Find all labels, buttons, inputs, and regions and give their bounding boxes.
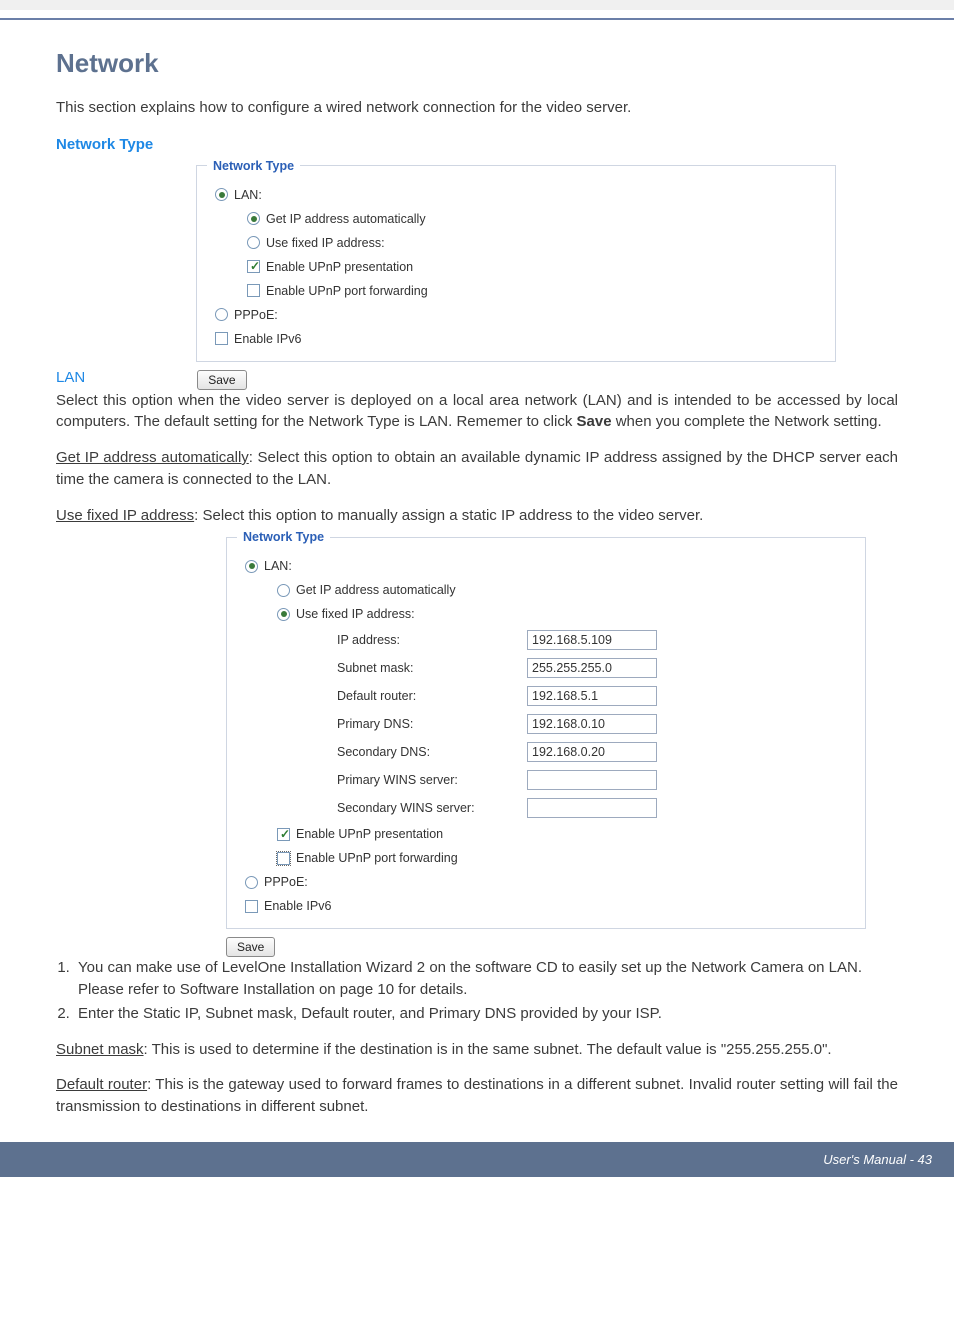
get-ip-label: Get IP address automatically — [266, 212, 426, 226]
save-button-2[interactable]: Save — [226, 937, 275, 957]
page-title: Network — [56, 48, 898, 79]
router-underline: Default router — [56, 1076, 147, 1093]
panel1-legend: Network Type — [207, 159, 300, 173]
swins-row: Secondary WINS server: — [237, 794, 855, 822]
router-input[interactable] — [527, 686, 657, 706]
lan-row: LAN Save — [56, 362, 898, 390]
pwins-input[interactable] — [527, 770, 657, 790]
use-fixed-paragraph: Use fixed IP address: Select this option… — [56, 505, 898, 527]
footer-bar: User's Manual - 43 — [0, 1142, 954, 1177]
lan-paragraph: Select this option when the video server… — [56, 390, 898, 434]
use-fixed-label: Use fixed IP address: — [266, 236, 385, 250]
use-fixed-row: Use fixed IP address: — [207, 231, 825, 255]
router-paragraph: Default router: This is the gateway used… — [56, 1074, 898, 1118]
pwins-row: Primary WINS server: — [237, 766, 855, 794]
list-item-1: You can make use of LevelOne Installatio… — [74, 957, 898, 1001]
upnp-port-label: Enable UPnP port forwarding — [266, 284, 428, 298]
p2-upnp-presentation-label: Enable UPnP presentation — [296, 827, 443, 841]
router-rest: : This is the gateway used to forward fr… — [56, 1076, 898, 1115]
p2-upnp-port-label: Enable UPnP port forwarding — [296, 851, 458, 865]
subnet-paragraph: Subnet mask: This is used to determine i… — [56, 1039, 898, 1061]
numbered-list: You can make use of LevelOne Installatio… — [74, 957, 898, 1024]
p2-get-ip-row: Get IP address automatically — [237, 578, 855, 602]
ipv6-checkbox[interactable] — [215, 332, 228, 345]
pdns-input[interactable] — [527, 714, 657, 734]
p2-lan-label: LAN: — [264, 559, 292, 573]
subnet-row: Subnet mask: — [237, 654, 855, 682]
p2-pppoe-row: PPPoE: — [237, 870, 855, 894]
sdns-input[interactable] — [527, 742, 657, 762]
p2-use-fixed-row: Use fixed IP address: — [237, 602, 855, 626]
sdns-row: Secondary DNS: — [237, 738, 855, 766]
upnp-presentation-row: Enable UPnP presentation — [207, 255, 825, 279]
pwins-label: Primary WINS server: — [337, 773, 527, 787]
panel1-wrap: Network Type LAN: Get IP address automat… — [196, 159, 898, 362]
router-label: Default router: — [337, 689, 527, 703]
get-ip-radio[interactable] — [247, 212, 260, 225]
footer-text: User's Manual - 43 — [823, 1152, 932, 1167]
save-button-1[interactable]: Save — [197, 370, 246, 390]
pppoe-radio[interactable] — [215, 308, 228, 321]
ip-address-row: IP address: — [237, 626, 855, 654]
ipv6-row: Enable IPv6 — [207, 327, 825, 351]
use-fixed-rest: : Select this option to manually assign … — [194, 507, 703, 524]
panel2-legend: Network Type — [237, 530, 330, 544]
ipv6-label: Enable IPv6 — [234, 332, 301, 346]
network-type-panel-2: Network Type LAN: Get IP address automat… — [226, 530, 866, 929]
p2-lan-row: LAN: — [237, 554, 855, 578]
use-fixed-radio[interactable] — [247, 236, 260, 249]
pppoe-row: PPPoE: — [207, 303, 825, 327]
ip-address-label: IP address: — [337, 633, 527, 647]
p2-upnp-presentation-checkbox[interactable] — [277, 828, 290, 841]
get-ip-paragraph: Get IP address automatically: Select thi… — [56, 447, 898, 491]
swins-label: Secondary WINS server: — [337, 801, 527, 815]
panel2-wrap: Network Type LAN: Get IP address automat… — [226, 530, 898, 957]
upnp-presentation-checkbox[interactable] — [247, 260, 260, 273]
ip-address-input[interactable] — [527, 630, 657, 650]
swins-input[interactable] — [527, 798, 657, 818]
list-item-2: Enter the Static IP, Subnet mask, Defaul… — [74, 1003, 898, 1025]
subnet-underline: Subnet mask — [56, 1041, 144, 1058]
intro-paragraph: This section explains how to configure a… — [56, 97, 898, 120]
subnet-input[interactable] — [527, 658, 657, 678]
lan-radio[interactable] — [215, 188, 228, 201]
p2-upnp-port-row: Enable UPnP port forwarding — [237, 846, 855, 870]
pdns-label: Primary DNS: — [337, 717, 527, 731]
get-ip-row: Get IP address automatically — [207, 207, 825, 231]
lan-section-label: LAN — [56, 369, 85, 386]
use-fixed-underline: Use fixed IP address — [56, 507, 194, 524]
p2-lan-radio[interactable] — [245, 560, 258, 573]
p2-ipv6-row: Enable IPv6 — [237, 894, 855, 918]
pdns-row: Primary DNS: — [237, 710, 855, 738]
p2-ipv6-checkbox[interactable] — [245, 900, 258, 913]
p2-pppoe-label: PPPoE: — [264, 875, 308, 889]
subnet-rest: : This is used to determine if the desti… — [144, 1041, 832, 1058]
p2-pppoe-radio[interactable] — [245, 876, 258, 889]
lan-radio-label: LAN: — [234, 188, 262, 202]
sdns-label: Secondary DNS: — [337, 745, 527, 759]
p2-get-ip-label: Get IP address automatically — [296, 583, 456, 597]
page-content: Network This section explains how to con… — [0, 20, 954, 1118]
p2-use-fixed-radio[interactable] — [277, 608, 290, 621]
lan-paragraph-text: Select this option when the video server… — [56, 392, 898, 431]
p2-get-ip-radio[interactable] — [277, 584, 290, 597]
subnet-label: Subnet mask: — [337, 661, 527, 675]
save-wrap-1: Save — [197, 362, 246, 390]
upnp-port-checkbox[interactable] — [247, 284, 260, 297]
p2-use-fixed-label: Use fixed IP address: — [296, 607, 415, 621]
network-type-heading: Network Type — [56, 136, 898, 153]
get-ip-underline: Get IP address automatically — [56, 449, 249, 466]
upnp-port-row: Enable UPnP port forwarding — [207, 279, 825, 303]
top-spacer — [0, 0, 954, 10]
network-type-panel-1: Network Type LAN: Get IP address automat… — [196, 159, 836, 362]
lan-option-row: LAN: — [207, 183, 825, 207]
router-row: Default router: — [237, 682, 855, 710]
pppoe-label: PPPoE: — [234, 308, 278, 322]
p2-upnp-presentation-row: Enable UPnP presentation — [237, 822, 855, 846]
upnp-presentation-label: Enable UPnP presentation — [266, 260, 413, 274]
p2-upnp-port-checkbox[interactable] — [277, 852, 290, 865]
p2-ipv6-label: Enable IPv6 — [264, 899, 331, 913]
